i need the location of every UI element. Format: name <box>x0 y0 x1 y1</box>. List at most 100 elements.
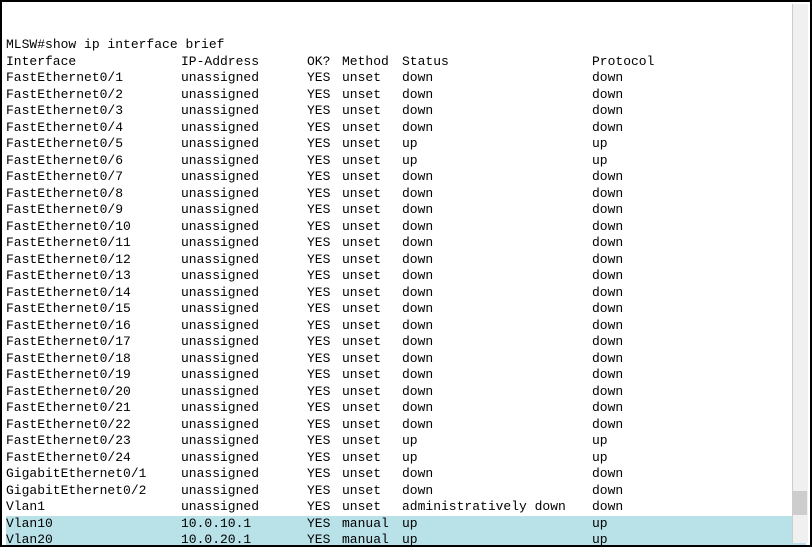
cell-status: up <box>402 136 592 153</box>
cell-interface: FastEthernet0/12 <box>6 252 181 269</box>
header-status: Status <box>402 54 592 71</box>
cell-method: unset <box>342 103 402 120</box>
cell-ok: YES <box>307 433 342 450</box>
cell-interface: FastEthernet0/17 <box>6 334 181 351</box>
cell-ok: YES <box>307 351 342 368</box>
cell-ok: YES <box>307 70 342 87</box>
cell-status: down <box>402 202 592 219</box>
cell-protocol: up <box>592 516 608 533</box>
cell-status: down <box>402 186 592 203</box>
cell-method: unset <box>342 202 402 219</box>
table-row: FastEthernet0/12unassignedYESunsetdowndo… <box>6 252 806 269</box>
cell-ip: unassigned <box>181 334 307 351</box>
cell-interface: FastEthernet0/14 <box>6 285 181 302</box>
cell-status: down <box>402 483 592 500</box>
prompt-line: MLSW#show ip interface brief <box>6 37 806 54</box>
table-row: FastEthernet0/9unassignedYESunsetdowndow… <box>6 202 806 219</box>
cell-ok: YES <box>307 235 342 252</box>
cell-ok: YES <box>307 318 342 335</box>
table-row: FastEthernet0/22unassignedYESunsetdowndo… <box>6 417 806 434</box>
cell-status: up <box>402 153 592 170</box>
header-protocol: Protocol <box>592 54 654 71</box>
cell-ip: unassigned <box>181 351 307 368</box>
cell-ok: YES <box>307 87 342 104</box>
cell-protocol: up <box>592 153 608 170</box>
table-row: FastEthernet0/16unassignedYESunsetdowndo… <box>6 318 806 335</box>
terminal-window: MLSW#show ip interface briefInterfaceIP-… <box>0 0 812 547</box>
cell-ip: unassigned <box>181 268 307 285</box>
cell-protocol: down <box>592 202 623 219</box>
cell-ip: unassigned <box>181 252 307 269</box>
cell-ok: YES <box>307 516 342 533</box>
cell-ok: YES <box>307 301 342 318</box>
cell-method: unset <box>342 252 402 269</box>
cell-ip: unassigned <box>181 433 307 450</box>
cell-status: down <box>402 466 592 483</box>
cell-method: unset <box>342 417 402 434</box>
cell-interface: Vlan10 <box>6 516 181 533</box>
cell-ok: YES <box>307 285 342 302</box>
cell-protocol: down <box>592 318 623 335</box>
cell-interface: FastEthernet0/20 <box>6 384 181 401</box>
cell-method: unset <box>342 466 402 483</box>
scroll-thumb[interactable] <box>793 491 807 515</box>
cell-method: unset <box>342 285 402 302</box>
cell-interface: FastEthernet0/6 <box>6 153 181 170</box>
cell-status: down <box>402 235 592 252</box>
cell-protocol: down <box>592 103 623 120</box>
table-row: FastEthernet0/8unassignedYESunsetdowndow… <box>6 186 806 203</box>
cell-interface: FastEthernet0/8 <box>6 186 181 203</box>
scrollbar[interactable] <box>792 4 808 543</box>
header-ip: IP-Address <box>181 54 307 71</box>
cell-status: down <box>402 367 592 384</box>
cell-ip: unassigned <box>181 499 307 516</box>
cell-protocol: down <box>592 120 623 137</box>
cell-ip: unassigned <box>181 87 307 104</box>
cell-protocol: up <box>592 450 608 467</box>
cell-interface: FastEthernet0/10 <box>6 219 181 236</box>
header-interface: Interface <box>6 54 181 71</box>
cell-ok: YES <box>307 103 342 120</box>
table-row: FastEthernet0/6unassignedYESunsetupup <box>6 153 806 170</box>
prompt: MLSW# <box>6 37 45 52</box>
cell-ip: unassigned <box>181 136 307 153</box>
cell-interface: FastEthernet0/21 <box>6 400 181 417</box>
cell-interface: FastEthernet0/15 <box>6 301 181 318</box>
table-row: FastEthernet0/19unassignedYESunsetdowndo… <box>6 367 806 384</box>
cell-protocol: down <box>592 268 623 285</box>
cell-protocol: down <box>592 384 623 401</box>
cell-ip: unassigned <box>181 285 307 302</box>
cell-protocol: down <box>592 285 623 302</box>
cell-protocol: down <box>592 400 623 417</box>
header-method: Method <box>342 54 402 71</box>
cell-ip: unassigned <box>181 70 307 87</box>
table-row: FastEthernet0/23unassignedYESunsetupup <box>6 433 806 450</box>
cell-method: manual <box>342 516 402 533</box>
cell-method: manual <box>342 532 402 545</box>
cell-method: unset <box>342 169 402 186</box>
cell-status: up <box>402 450 592 467</box>
cell-interface: FastEthernet0/19 <box>6 367 181 384</box>
cell-protocol: down <box>592 499 623 516</box>
cell-status: up <box>402 433 592 450</box>
cell-method: unset <box>342 334 402 351</box>
cell-status: down <box>402 120 592 137</box>
table-row: FastEthernet0/5unassignedYESunsetupup <box>6 136 806 153</box>
terminal-output[interactable]: MLSW#show ip interface briefInterfaceIP-… <box>2 2 810 545</box>
table-row: GigabitEthernet0/1unassignedYESunsetdown… <box>6 466 806 483</box>
cell-method: unset <box>342 87 402 104</box>
cell-ok: YES <box>307 219 342 236</box>
cell-method: unset <box>342 301 402 318</box>
cell-protocol: down <box>592 301 623 318</box>
cell-ok: YES <box>307 186 342 203</box>
cell-ok: YES <box>307 252 342 269</box>
cell-status: down <box>402 384 592 401</box>
cell-protocol: down <box>592 367 623 384</box>
cell-status: administratively down <box>402 499 592 516</box>
cell-ok: YES <box>307 136 342 153</box>
cell-interface: FastEthernet0/13 <box>6 268 181 285</box>
cell-status: down <box>402 417 592 434</box>
cell-status: down <box>402 70 592 87</box>
cell-protocol: down <box>592 70 623 87</box>
cell-interface: GigabitEthernet0/1 <box>6 466 181 483</box>
